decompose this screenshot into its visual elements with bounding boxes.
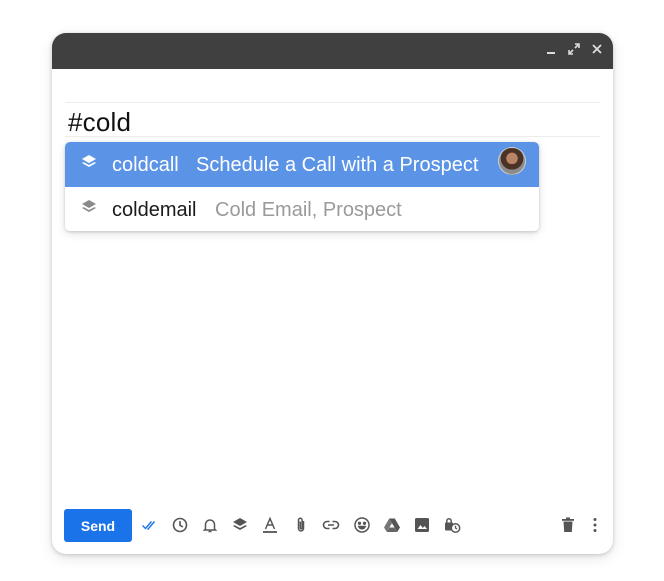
emoji-icon[interactable] — [353, 516, 371, 534]
confidential-icon[interactable] — [443, 516, 461, 534]
suggestion-description: Schedule a Call with a Prospect — [196, 154, 479, 176]
avatar — [498, 147, 526, 175]
send-button[interactable]: Send — [64, 509, 132, 542]
double-check-icon[interactable] — [141, 516, 159, 534]
clock-icon[interactable] — [171, 516, 189, 534]
template-suggestion-dropdown: coldcall Schedule a Call with a Prospect… — [65, 142, 539, 231]
attachment-icon[interactable] — [292, 516, 310, 534]
layers-icon — [81, 154, 97, 170]
suggestion-item-coldemail[interactable]: coldemail Cold Email, Prospect — [65, 187, 539, 231]
compose-window: #cold coldcall Schedule a Call with a Pr… — [52, 33, 613, 554]
layers-icon[interactable] — [231, 516, 249, 534]
image-icon[interactable] — [413, 516, 431, 534]
minimize-icon[interactable] — [544, 42, 558, 56]
bell-icon[interactable] — [201, 516, 219, 534]
trash-icon[interactable] — [559, 516, 577, 534]
message-body-text[interactable]: #cold — [68, 107, 131, 138]
suggestion-name: coldemail — [112, 199, 197, 221]
expand-icon[interactable] — [567, 42, 581, 56]
recipient-field-divider — [65, 102, 600, 103]
suggestion-description: Cold Email, Prospect — [215, 199, 402, 221]
layers-icon — [81, 199, 97, 215]
text-format-icon[interactable] — [261, 516, 279, 534]
body-divider — [65, 136, 600, 137]
close-icon[interactable] — [590, 42, 604, 56]
more-vert-icon[interactable] — [586, 516, 604, 534]
suggestion-name: coldcall — [112, 154, 179, 176]
drive-icon[interactable] — [383, 516, 401, 534]
suggestion-item-coldcall[interactable]: coldcall Schedule a Call with a Prospect — [65, 142, 539, 187]
compose-titlebar — [52, 33, 613, 69]
link-icon[interactable] — [322, 516, 340, 534]
